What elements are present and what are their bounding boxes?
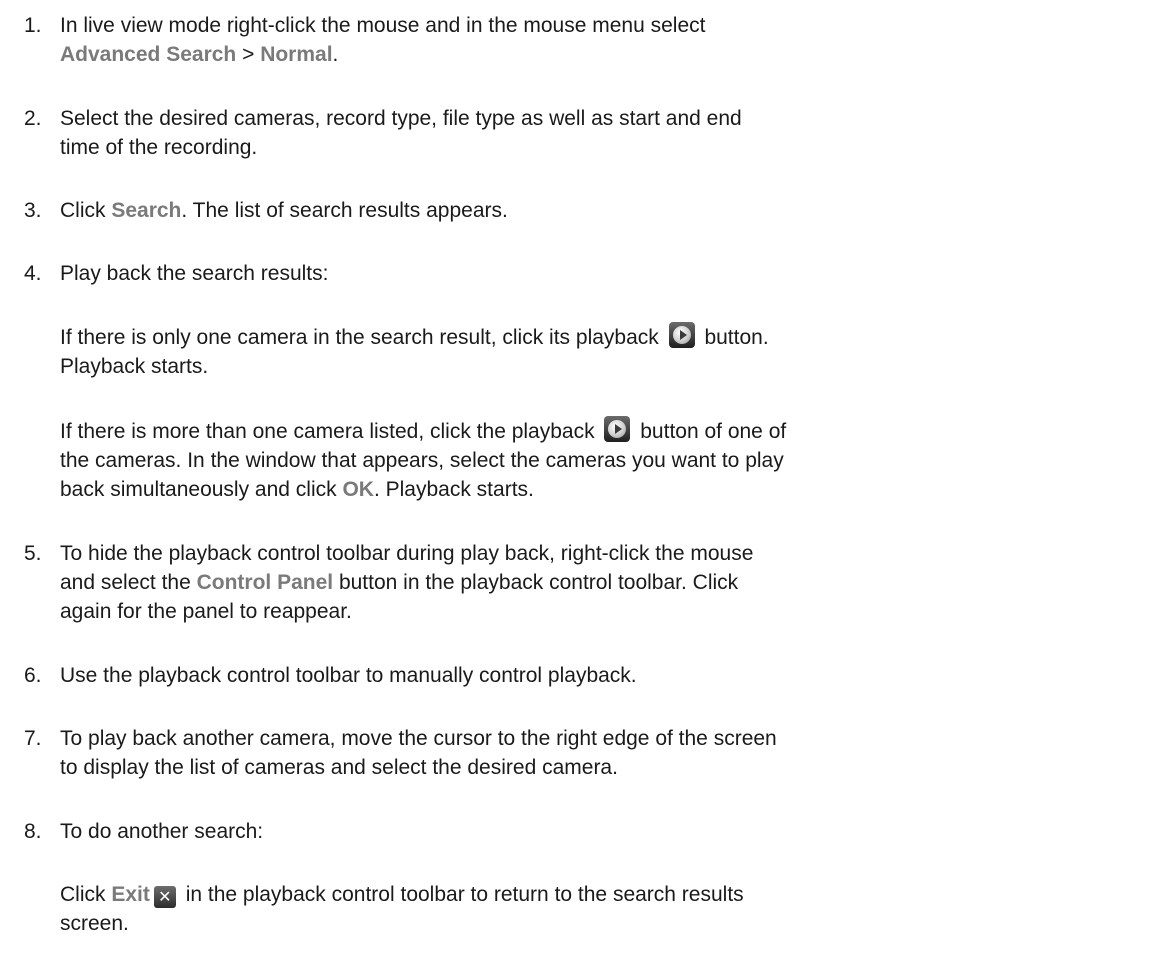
step-text: To hide the playback control toolbar dur… [60,539,1160,626]
step-line: In live view mode right-click the mouse … [60,14,706,37]
step-text: In live view mode right-click the mouse … [60,11,1160,69]
ui-term-search: Search [111,199,182,222]
text: in the playback control toolbar to retur… [179,883,744,906]
playback-icon [604,416,631,442]
exit-icon: ✕ [153,886,176,908]
ui-term-control-panel: Control Panel [196,571,334,594]
step-text: Select the desired cameras, record type,… [60,104,1160,162]
step-line: Use the playback control toolbar to manu… [60,664,637,687]
text: button. [698,326,769,349]
menu-separator: > [236,43,261,66]
step-line: To play back another camera, move the cu… [60,727,777,750]
step-4-single-camera-paragraph: If there is only one camera in the searc… [60,322,1160,381]
step-line: time of the recording. [60,136,258,159]
step-line: To do another search: [60,820,264,843]
text: If there is more than one camera listed,… [60,420,601,443]
playback-icon [668,322,695,348]
text: button in the playback control toolbar. … [333,571,739,594]
step-line: Advanced Search > Normal. [60,40,1160,69]
step-8-exit-paragraph: Click Exit ✕ in the playback control tool… [60,880,1160,938]
punctuation: . [332,43,339,66]
step-number: 4. [24,262,42,285]
step-number: 8. [24,820,42,843]
step-number: 3. [24,199,42,222]
step-4-multiple-camera-paragraph: If there is more than one camera listed,… [60,416,1160,504]
step-line: To hide the playback control toolbar dur… [60,542,754,565]
step-number: 7. [24,727,42,750]
ui-term-advanced-search: Advanced Search [60,43,237,66]
step-line: Playback starts. [60,355,209,378]
step-line: Select the desired cameras, record type,… [60,107,742,130]
ui-term-exit: Exit [111,883,150,906]
step-text: Play back the search results: [60,259,1160,288]
text: Click [60,199,112,222]
step-number: 6. [24,664,42,687]
step-line: again for the panel to reappear. [60,600,352,623]
step-line: If there is only one camera in the searc… [60,322,1160,352]
text: Click [60,883,112,906]
step-line: Click Search. The list of search results… [60,196,1160,225]
step-text: To play back another camera, move the cu… [60,724,1160,782]
step-line: the cameras. In the window that appears,… [60,449,784,472]
step-number: 1. [24,14,42,37]
text: . Playback starts. [373,478,534,501]
step-line: screen. [60,912,129,935]
step-number: 2. [24,107,42,130]
step-line: Click Exit ✕ in the playback control tool… [60,880,1160,909]
step-line: If there is more than one camera listed,… [60,416,1160,446]
step-number: 5. [24,542,42,565]
step-line: back simultaneously and click OK. Playba… [60,475,1160,504]
step-text: Use the playback control toolbar to manu… [60,661,1160,690]
text: and select the [60,571,197,594]
step-text: Click Search. The list of search results… [60,196,1160,225]
step-line: Play back the search results: [60,262,329,285]
step-line: and select the Control Panel button in t… [60,568,1160,597]
text: button of one of [634,420,787,443]
text: If there is only one camera in the searc… [60,326,665,349]
text: . The list of search results appears. [181,199,508,222]
text: back simultaneously and click [60,478,343,501]
step-text: To do another search: [60,817,1160,846]
step-line: to display the list of cameras and selec… [60,756,618,779]
ui-term-ok: OK [342,478,374,501]
ui-term-normal: Normal [260,43,333,66]
